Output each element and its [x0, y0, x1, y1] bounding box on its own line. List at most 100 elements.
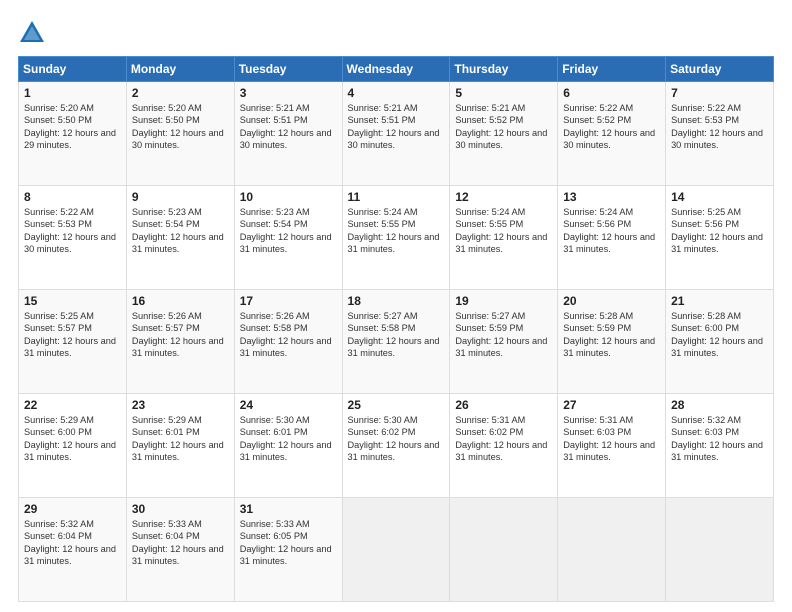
cell-info: Sunrise: 5:29 AMSunset: 6:00 PMDaylight:… — [24, 415, 116, 462]
cell-info: Sunrise: 5:20 AMSunset: 5:50 PMDaylight:… — [132, 103, 224, 150]
calendar-cell: 16 Sunrise: 5:26 AMSunset: 5:57 PMDayligh… — [126, 290, 234, 394]
cell-info: Sunrise: 5:24 AMSunset: 5:55 PMDaylight:… — [455, 207, 547, 254]
page: SundayMondayTuesdayWednesdayThursdayFrid… — [0, 0, 792, 612]
calendar-cell: 27 Sunrise: 5:31 AMSunset: 6:03 PMDayligh… — [558, 394, 666, 498]
cell-info: Sunrise: 5:23 AMSunset: 5:54 PMDaylight:… — [240, 207, 332, 254]
day-number: 20 — [563, 294, 660, 308]
calendar-cell: 30 Sunrise: 5:33 AMSunset: 6:04 PMDayligh… — [126, 498, 234, 602]
cell-info: Sunrise: 5:28 AMSunset: 5:59 PMDaylight:… — [563, 311, 655, 358]
day-number: 22 — [24, 398, 121, 412]
week-row-2: 8Sunrise: 5:22 AMSunset: 5:53 PMDaylight… — [19, 186, 774, 290]
cell-info: Sunrise: 5:32 AMSunset: 6:03 PMDaylight:… — [671, 415, 763, 462]
day-number: 29 — [24, 502, 121, 516]
calendar-cell: 17Sunrise: 5:26 AMSunset: 5:58 PMDayligh… — [234, 290, 342, 394]
day-number: 19 — [455, 294, 552, 308]
day-number: 28 — [671, 398, 768, 412]
calendar-cell: 7 Sunrise: 5:22 AMSunset: 5:53 PMDaylight… — [666, 82, 774, 186]
weekday-header-tuesday: Tuesday — [234, 57, 342, 82]
calendar-cell: 26Sunrise: 5:31 AMSunset: 6:02 PMDayligh… — [450, 394, 558, 498]
header — [18, 18, 774, 46]
calendar-cell: 29 Sunrise: 5:32 AMSunset: 6:04 PMDayligh… — [19, 498, 127, 602]
calendar-cell — [558, 498, 666, 602]
day-number: 27 — [563, 398, 660, 412]
day-number: 25 — [348, 398, 445, 412]
day-number: 3 — [240, 86, 337, 100]
calendar-cell: 14 Sunrise: 5:25 AMSunset: 5:56 PMDayligh… — [666, 186, 774, 290]
calendar-cell: 19 Sunrise: 5:27 AMSunset: 5:59 PMDayligh… — [450, 290, 558, 394]
day-number: 30 — [132, 502, 229, 516]
day-number: 6 — [563, 86, 660, 100]
logo-icon — [18, 18, 46, 46]
weekday-header-monday: Monday — [126, 57, 234, 82]
calendar-cell: 10 Sunrise: 5:23 AMSunset: 5:54 PMDayligh… — [234, 186, 342, 290]
day-number: 23 — [132, 398, 229, 412]
weekday-header-sunday: Sunday — [19, 57, 127, 82]
cell-info: Sunrise: 5:30 AMSunset: 6:01 PMDaylight:… — [240, 415, 332, 462]
calendar-cell: 8Sunrise: 5:22 AMSunset: 5:53 PMDaylight… — [19, 186, 127, 290]
calendar-cell: 21 Sunrise: 5:28 AMSunset: 6:00 PMDayligh… — [666, 290, 774, 394]
calendar-cell: 1Sunrise: 5:20 AMSunset: 5:50 PMDaylight… — [19, 82, 127, 186]
cell-info: Sunrise: 5:21 AMSunset: 5:51 PMDaylight:… — [240, 103, 332, 150]
cell-info: Sunrise: 5:26 AMSunset: 5:58 PMDaylight:… — [240, 311, 332, 358]
cell-info: Sunrise: 5:33 AMSunset: 6:04 PMDaylight:… — [132, 519, 224, 566]
week-row-4: 22 Sunrise: 5:29 AMSunset: 6:00 PMDayligh… — [19, 394, 774, 498]
calendar-cell: 15 Sunrise: 5:25 AMSunset: 5:57 PMDayligh… — [19, 290, 127, 394]
day-number: 18 — [348, 294, 445, 308]
cell-info: Sunrise: 5:28 AMSunset: 6:00 PMDaylight:… — [671, 311, 763, 358]
cell-info: Sunrise: 5:22 AMSunset: 5:52 PMDaylight:… — [563, 103, 655, 150]
calendar-table: SundayMondayTuesdayWednesdayThursdayFrid… — [18, 56, 774, 602]
day-number: 2 — [132, 86, 229, 100]
cell-info: Sunrise: 5:27 AMSunset: 5:58 PMDaylight:… — [348, 311, 440, 358]
calendar-cell: 13Sunrise: 5:24 AMSunset: 5:56 PMDayligh… — [558, 186, 666, 290]
day-number: 12 — [455, 190, 552, 204]
cell-info: Sunrise: 5:25 AMSunset: 5:56 PMDaylight:… — [671, 207, 763, 254]
calendar-cell: 24Sunrise: 5:30 AMSunset: 6:01 PMDayligh… — [234, 394, 342, 498]
cell-info: Sunrise: 5:30 AMSunset: 6:02 PMDaylight:… — [348, 415, 440, 462]
day-number: 16 — [132, 294, 229, 308]
day-number: 21 — [671, 294, 768, 308]
cell-info: Sunrise: 5:27 AMSunset: 5:59 PMDaylight:… — [455, 311, 547, 358]
weekday-header-friday: Friday — [558, 57, 666, 82]
cell-info: Sunrise: 5:21 AMSunset: 5:52 PMDaylight:… — [455, 103, 547, 150]
day-number: 13 — [563, 190, 660, 204]
calendar-cell — [342, 498, 450, 602]
day-number: 11 — [348, 190, 445, 204]
weekday-header-wednesday: Wednesday — [342, 57, 450, 82]
week-row-1: 1Sunrise: 5:20 AMSunset: 5:50 PMDaylight… — [19, 82, 774, 186]
cell-info: Sunrise: 5:22 AMSunset: 5:53 PMDaylight:… — [24, 207, 116, 254]
calendar-cell: 28 Sunrise: 5:32 AMSunset: 6:03 PMDayligh… — [666, 394, 774, 498]
cell-info: Sunrise: 5:29 AMSunset: 6:01 PMDaylight:… — [132, 415, 224, 462]
day-number: 10 — [240, 190, 337, 204]
day-number: 5 — [455, 86, 552, 100]
cell-info: Sunrise: 5:31 AMSunset: 6:03 PMDaylight:… — [563, 415, 655, 462]
calendar-cell: 18 Sunrise: 5:27 AMSunset: 5:58 PMDayligh… — [342, 290, 450, 394]
week-row-5: 29 Sunrise: 5:32 AMSunset: 6:04 PMDayligh… — [19, 498, 774, 602]
calendar-cell: 9Sunrise: 5:23 AMSunset: 5:54 PMDaylight… — [126, 186, 234, 290]
day-number: 4 — [348, 86, 445, 100]
day-number: 15 — [24, 294, 121, 308]
cell-info: Sunrise: 5:25 AMSunset: 5:57 PMDaylight:… — [24, 311, 116, 358]
day-number: 7 — [671, 86, 768, 100]
weekday-header-saturday: Saturday — [666, 57, 774, 82]
cell-info: Sunrise: 5:20 AMSunset: 5:50 PMDaylight:… — [24, 103, 116, 150]
calendar-cell: 6 Sunrise: 5:22 AMSunset: 5:52 PMDaylight… — [558, 82, 666, 186]
day-number: 31 — [240, 502, 337, 516]
calendar-cell — [450, 498, 558, 602]
calendar-cell: 23 Sunrise: 5:29 AMSunset: 6:01 PMDayligh… — [126, 394, 234, 498]
weekday-header-thursday: Thursday — [450, 57, 558, 82]
calendar-cell: 20 Sunrise: 5:28 AMSunset: 5:59 PMDayligh… — [558, 290, 666, 394]
cell-info: Sunrise: 5:33 AMSunset: 6:05 PMDaylight:… — [240, 519, 332, 566]
cell-info: Sunrise: 5:22 AMSunset: 5:53 PMDaylight:… — [671, 103, 763, 150]
day-number: 14 — [671, 190, 768, 204]
calendar-cell: 25 Sunrise: 5:30 AMSunset: 6:02 PMDayligh… — [342, 394, 450, 498]
calendar-cell: 3 Sunrise: 5:21 AMSunset: 5:51 PMDaylight… — [234, 82, 342, 186]
day-number: 9 — [132, 190, 229, 204]
cell-info: Sunrise: 5:32 AMSunset: 6:04 PMDaylight:… — [24, 519, 116, 566]
calendar-cell: 4 Sunrise: 5:21 AMSunset: 5:51 PMDaylight… — [342, 82, 450, 186]
calendar-cell: 31 Sunrise: 5:33 AMSunset: 6:05 PMDayligh… — [234, 498, 342, 602]
cell-info: Sunrise: 5:26 AMSunset: 5:57 PMDaylight:… — [132, 311, 224, 358]
weekday-header-row: SundayMondayTuesdayWednesdayThursdayFrid… — [19, 57, 774, 82]
cell-info: Sunrise: 5:24 AMSunset: 5:55 PMDaylight:… — [348, 207, 440, 254]
week-row-3: 15 Sunrise: 5:25 AMSunset: 5:57 PMDayligh… — [19, 290, 774, 394]
cell-info: Sunrise: 5:21 AMSunset: 5:51 PMDaylight:… — [348, 103, 440, 150]
